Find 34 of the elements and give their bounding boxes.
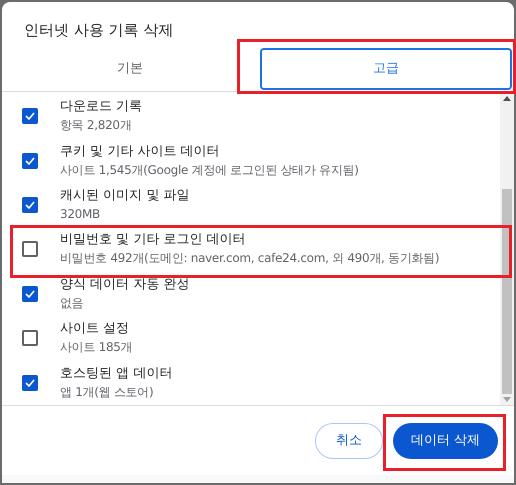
tab[interactable]: 고급 bbox=[260, 48, 512, 90]
check-icon bbox=[25, 201, 35, 210]
item-detail: 항목 2,820개 bbox=[60, 117, 132, 134]
item-detail: 앱 1개(웹 스토어) bbox=[60, 384, 154, 401]
checkbox[interactable] bbox=[22, 374, 38, 391]
scroll-up-icon[interactable] bbox=[503, 95, 511, 101]
checkbox[interactable] bbox=[22, 197, 38, 214]
scrollbar-thumb[interactable] bbox=[502, 189, 512, 394]
dialog-title: 인터넷 사용 기록 삭제 bbox=[24, 21, 174, 39]
delete-data-button[interactable]: 데이터 삭제 bbox=[392, 422, 498, 458]
item-detail: 비밀번호 492개(도메인: naver.com, cafe24.com, 외 490개, 동기화됨) bbox=[60, 250, 440, 268]
cancel-button[interactable]: 취소 bbox=[314, 422, 383, 458]
item-detail: 320MB bbox=[60, 206, 101, 224]
check-icon bbox=[25, 290, 35, 298]
checkbox[interactable] bbox=[22, 330, 38, 346]
item-title: 다운로드 기록 bbox=[60, 98, 142, 116]
item-detail: 사이트 185개 bbox=[60, 339, 132, 356]
checkbox[interactable] bbox=[22, 152, 38, 169]
check-icon bbox=[25, 112, 35, 120]
item-title: 비밀번호 및 기타 로그인 데이터 bbox=[60, 231, 247, 250]
item-detail: 사이트 1,545개(Google 계정에 로그인된 상태가 유지됨) bbox=[60, 162, 359, 179]
item-title: 호스팅된 앱 데이터 bbox=[60, 364, 172, 383]
checkbox[interactable] bbox=[22, 286, 38, 302]
item-title: 캐시된 이미지 및 파일 bbox=[60, 187, 190, 206]
item-title: 양식 데이터 자동 완성 bbox=[60, 276, 190, 294]
item-title: 쿠키 및 기타 사이트 데이터 bbox=[60, 142, 221, 161]
check-icon bbox=[25, 156, 35, 165]
scrollbar[interactable] bbox=[500, 92, 514, 405]
item-detail: 없음 bbox=[60, 294, 84, 312]
tab[interactable]: 기본 bbox=[4, 48, 256, 90]
item-title: 사이트 설정 bbox=[60, 320, 130, 338]
checkbox[interactable] bbox=[22, 241, 38, 258]
check-icon bbox=[25, 378, 35, 387]
checkbox[interactable] bbox=[22, 108, 38, 124]
